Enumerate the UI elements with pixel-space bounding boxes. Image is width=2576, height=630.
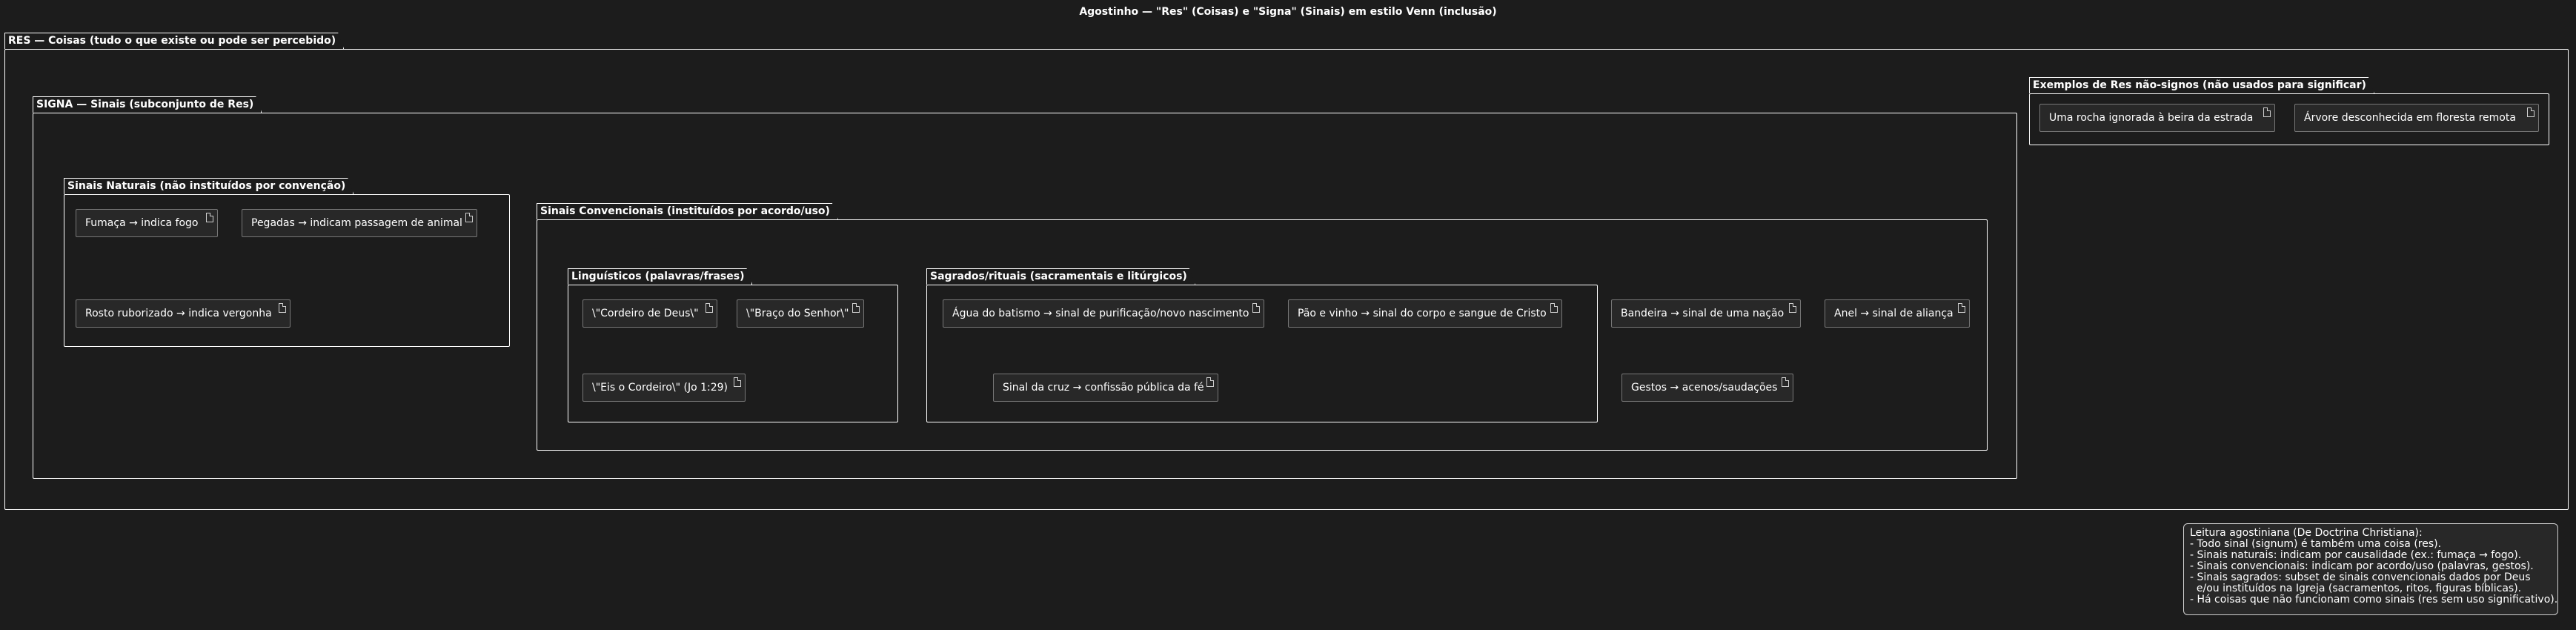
note-line: - Há coisas que não funcionam como sinai… (2190, 594, 2558, 606)
node-gestos: Gestos → acenos/saudações (1621, 374, 1793, 402)
note-line: - Todo sinal (signum) é também uma coisa… (2190, 538, 2442, 550)
node-rocha: Uma rocha ignorada à beira da estrada (2039, 104, 2275, 132)
artifact-icon (706, 303, 713, 313)
node-cruz: Sinal da cruz → confissão pública da fé (993, 374, 1218, 402)
artifact-icon (852, 303, 860, 313)
artifact-icon (206, 213, 213, 222)
node-pao: Pão e vinho → sinal do corpo e sangue de… (1288, 299, 1562, 328)
artifact-icon (1252, 303, 1260, 313)
node-bandeira: Bandeira → sinal de uma nação (1611, 299, 1801, 328)
node-cordeiro: \"Cordeiro de Deus\" (582, 299, 717, 328)
package-signa-label: SIGNA — Sinais (subconjunto de Res) (33, 96, 262, 113)
node-agua: Água do batismo → sinal de purificação/n… (943, 299, 1264, 328)
package-linguisticos-label: Linguísticos (palavras/frases) (568, 268, 752, 285)
node-arvore: Árvore desconhecida em floresta remota (2294, 104, 2539, 132)
package-sagrados-label: Sagrados/rituais (sacramentais e litúrgi… (926, 268, 1195, 285)
package-nao-signos-label: Exemplos de Res não-signos (não usados p… (2029, 77, 2374, 93)
package-res-label: RES — Coisas (tudo o que existe ou pode … (4, 33, 344, 49)
node-pegadas: Pegadas → indicam passagem de animal (242, 209, 477, 237)
artifact-icon (1550, 303, 1558, 313)
note-line: - Sinais sagrados: subset de sinais conv… (2190, 571, 2531, 583)
artifact-icon (2263, 107, 2271, 117)
node-eis: \"Eis o Cordeiro\" (Jo 1:29) (582, 374, 746, 402)
node-braco: \"Braço do Senhor\" (737, 299, 864, 328)
diagram-title: Agostinho — "Res" (Coisas) e "Signa" (Si… (1079, 6, 1497, 18)
artifact-icon (2527, 107, 2534, 117)
note-leitura-agostiniana: Leitura agostiniana (De Doctrina Christi… (2183, 523, 2558, 615)
note-line: Leitura agostiniana (De Doctrina Christi… (2190, 527, 2423, 539)
node-rosto: Rosto ruborizado → indica vergonha (76, 299, 291, 328)
node-fumaca: Fumaça → indica fogo (76, 209, 218, 237)
artifact-icon (1958, 303, 1965, 313)
package-naturais-label: Sinais Naturais (não instituídos por con… (64, 178, 353, 194)
artifact-icon (1789, 303, 1796, 313)
note-line: e/ou instituídos na Igreja (sacramentos,… (2190, 583, 2522, 594)
note-line: - Sinais naturais: indicam por causalida… (2190, 549, 2522, 561)
node-anel: Anel → sinal de aliança (1825, 299, 1970, 328)
artifact-icon (734, 377, 741, 387)
artifact-icon (1782, 377, 1789, 387)
artifact-icon (279, 303, 286, 313)
artifact-icon (465, 213, 473, 222)
artifact-icon (1206, 377, 1214, 387)
package-convencionais-label: Sinais Convencionais (instituídos por ac… (537, 203, 838, 219)
note-line: - Sinais convencionais: indicam por acor… (2190, 560, 2534, 572)
